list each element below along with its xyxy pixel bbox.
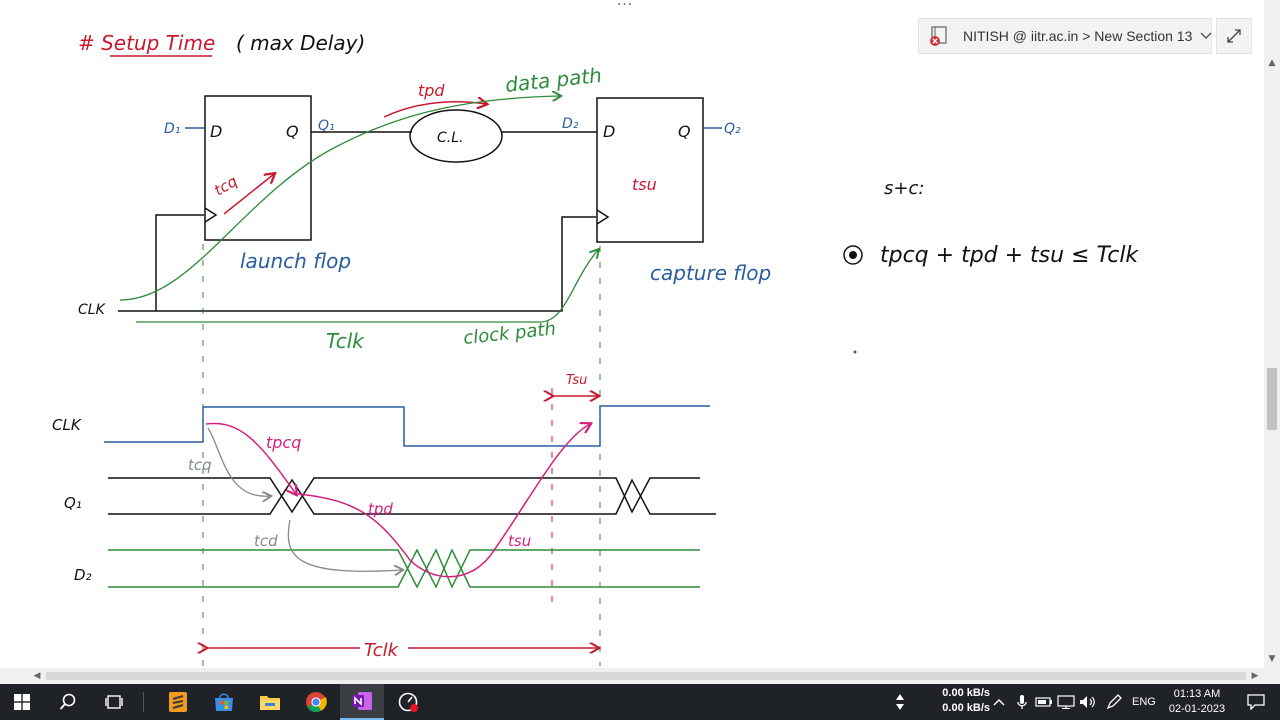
taskbar-app-onenote[interactable] <box>340 684 384 720</box>
clock-path-label: clock path <box>462 318 557 349</box>
d2-waveform-bottom <box>108 548 700 589</box>
taskbar-app-recorder[interactable] <box>386 684 430 720</box>
display-network-icon[interactable] <box>1056 684 1076 720</box>
network-speed: 0.00 kB/s 0.00 kB/s <box>930 686 990 716</box>
launch-flop-box <box>204 95 312 241</box>
horizontal-scroll-thumb[interactable] <box>46 672 1246 680</box>
d2-waveform-top <box>108 548 700 589</box>
clk-waveform <box>104 405 710 447</box>
scroll-down-icon[interactable]: ▼ <box>1264 652 1280 666</box>
launch-clock-triangle <box>204 207 218 223</box>
tclk-label-top: Tclk <box>326 329 365 353</box>
vertical-scroll-thumb[interactable] <box>1267 368 1277 430</box>
title: # Setup Time <box>78 31 215 55</box>
timing-clk-label: CLK <box>52 416 82 434</box>
expand-icon <box>1227 29 1241 43</box>
taskbar-divider <box>143 692 144 712</box>
timing-d2-label: D₂ <box>74 566 92 584</box>
tcq-label: tcq <box>211 172 240 199</box>
tcd-timing-arrow <box>287 519 402 571</box>
tpd-label: tpd <box>418 81 445 100</box>
screen-recorder-icon <box>398 692 418 712</box>
launch-flop-label: launch flop <box>240 249 351 273</box>
clock[interactable]: 01:13 AM 02-01-2023 <box>1166 687 1228 717</box>
tcq-timing-arrow <box>207 427 270 496</box>
q2-label: Q₂ <box>724 121 741 137</box>
task-view-button[interactable] <box>92 684 136 720</box>
launch-d-pin: D <box>210 122 222 141</box>
search-icon <box>59 693 76 710</box>
d2-label: D₂ <box>562 116 579 132</box>
scroll-right-icon[interactable]: ▶ <box>1248 668 1262 684</box>
tcd-timing-label: tcd <box>254 532 278 550</box>
capture-d-pin: D <box>603 122 615 141</box>
search-button[interactable] <box>46 684 90 720</box>
condition-label: s+c: <box>884 178 924 199</box>
tsu-timing-label: tsu <box>508 532 531 550</box>
taskbar-app-explorer[interactable] <box>248 684 292 720</box>
d1-label: D₁ <box>164 121 180 137</box>
tpd-timing-label: tpd <box>368 500 393 518</box>
battery-icon[interactable] <box>1034 684 1054 720</box>
chevron-down-icon[interactable] <box>1200 29 1212 43</box>
data-path-label: data path <box>504 63 603 97</box>
pen-icon[interactable] <box>1102 684 1126 720</box>
vertical-scrollbar[interactable]: ▲ ▼ <box>1264 0 1280 684</box>
tsu-bracket-label: Tsu <box>566 373 587 388</box>
capture-clock-triangle <box>596 209 610 225</box>
capture-q-pin: Q <box>678 122 691 141</box>
breadcrumb[interactable]: NITISH @ iitr.ac.in > New Section 13 <box>918 18 1212 54</box>
net-down-speed: 0.00 kB/s <box>942 702 990 714</box>
breadcrumb-text: NITISH @ iitr.ac.in > New Section 13 <box>963 28 1193 44</box>
tpcq-timing-label: tpcq <box>266 433 301 452</box>
task-view-icon <box>105 695 123 709</box>
microsoft-store-icon <box>215 693 233 711</box>
microphone-icon[interactable] <box>1012 684 1032 720</box>
q1-waveform-bottom <box>108 478 716 515</box>
capture-flop-label: capture flop <box>650 261 771 285</box>
start-button[interactable] <box>0 684 44 720</box>
horizontal-scrollbar[interactable]: ◀ ▶ <box>0 668 1264 684</box>
title-suffix: ( max Delay) <box>236 31 365 55</box>
sublime-text-icon <box>169 692 187 712</box>
tpd-arrow <box>383 102 486 118</box>
tclk-bracket-label: Tclk <box>364 640 400 661</box>
notification-icon <box>1247 694 1265 710</box>
scroll-up-icon[interactable]: ▲ <box>1264 56 1280 70</box>
tcq-timing-label: tcq <box>188 456 212 474</box>
notification-button[interactable] <box>1236 684 1276 720</box>
capture-clk-wire <box>548 216 596 312</box>
scroll-left-icon[interactable]: ◀ <box>30 668 44 684</box>
taskbar-app-sublime[interactable] <box>156 684 200 720</box>
capture-flop-box <box>596 97 704 243</box>
volume-icon[interactable] <box>1078 684 1098 720</box>
taskbar-app-store[interactable] <box>202 684 246 720</box>
q1-waveform-top <box>108 477 700 514</box>
expand-button[interactable] <box>1216 18 1252 54</box>
notebook-icon <box>929 25 951 47</box>
network-speed-arrows-icon <box>890 684 910 720</box>
chevron-up-icon[interactable] <box>990 684 1008 720</box>
setup-equation: tpcq + tpd + tsu ≤ Tclk <box>880 243 1139 268</box>
taskbar-app-chrome[interactable] <box>294 684 338 720</box>
clock-date: 02-01-2023 <box>1168 703 1226 715</box>
chrome-icon <box>306 692 327 713</box>
cl-label: C.L. <box>437 130 463 146</box>
taskbar: 0.00 kB/s 0.00 kB/s ENG 01:13 AM 02-01-2… <box>0 684 1280 720</box>
onenote-icon <box>352 692 372 710</box>
handwritten-notes: # Setup Time ( max Delay) D₁ D Q Q₁ tcq … <box>52 31 1139 666</box>
net-up-speed: 0.00 kB/s <box>942 687 990 699</box>
timing-q1-label: Q₁ <box>64 494 82 512</box>
windows-start-icon <box>14 694 30 710</box>
note-canvas[interactable]: ··· # Setup Time ( max Delay) D₁ D Q Q₁ … <box>0 0 1264 668</box>
launch-q-pin: Q <box>286 122 299 141</box>
tsu-label: tsu <box>632 175 657 194</box>
clk-label: CLK <box>78 302 107 318</box>
clock-time: 01:13 AM <box>1173 688 1221 700</box>
language-indicator[interactable]: ENG <box>1132 684 1156 720</box>
file-explorer-icon <box>260 696 280 710</box>
